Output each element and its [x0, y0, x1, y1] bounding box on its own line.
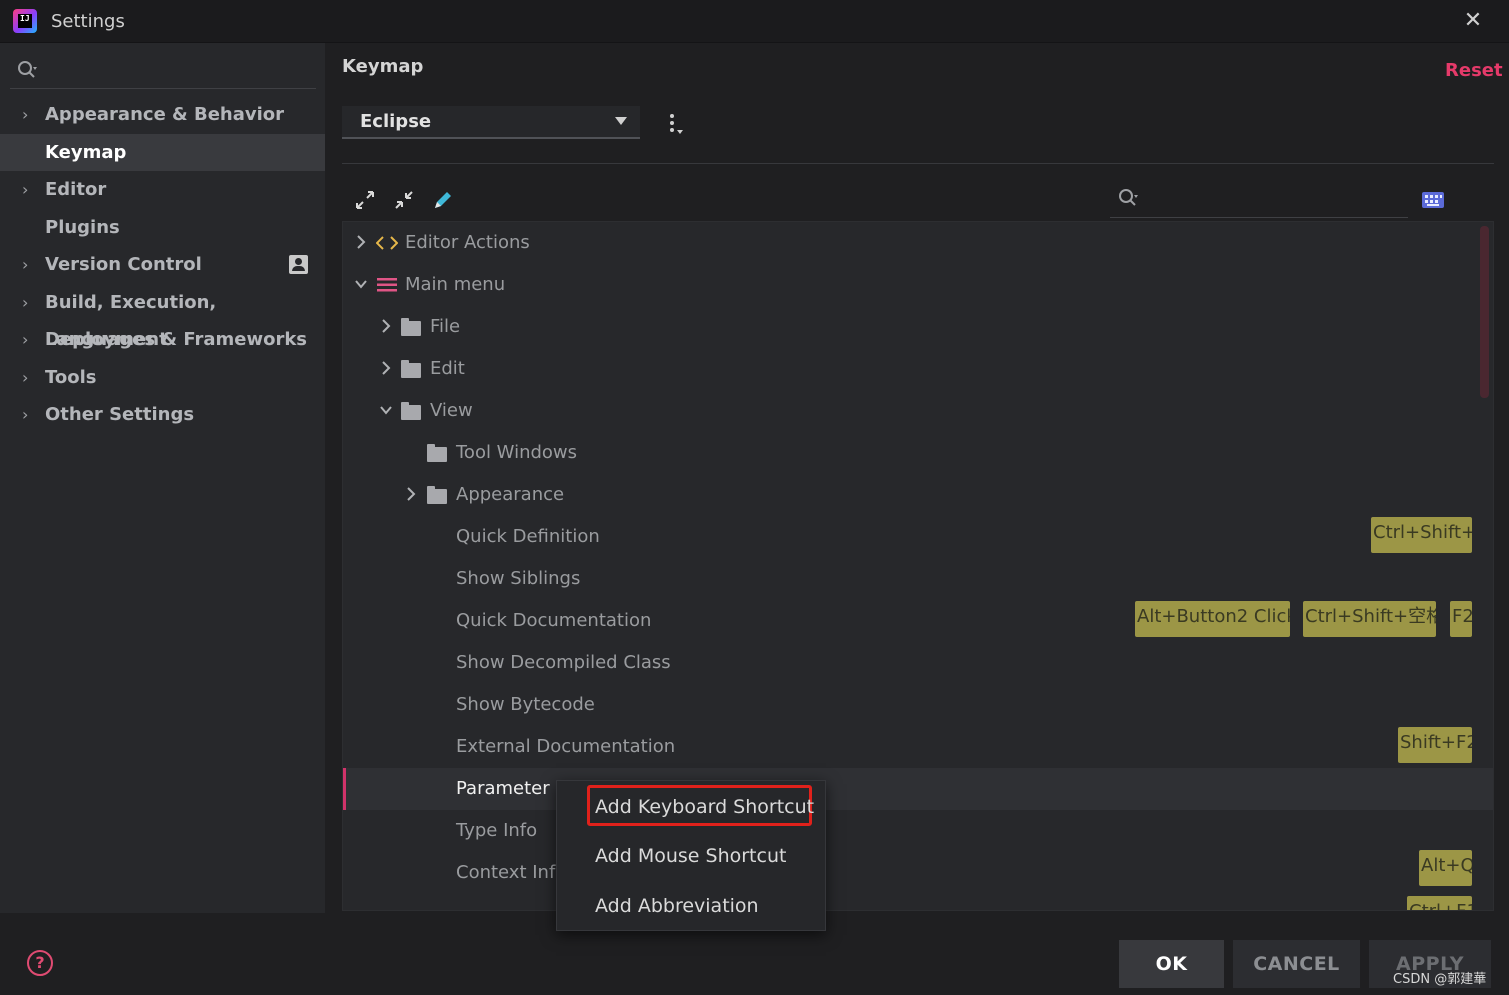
sidebar-item-appearance-behavior[interactable]: › Appearance & Behavior [0, 96, 325, 134]
sidebar-item-languages-frameworks[interactable]: › Languages & Frameworks [0, 321, 325, 359]
folder-icon [401, 402, 421, 420]
menu-icon [377, 278, 397, 292]
tree-row-show-decompiled-class[interactable]: Show Decompiled Class [343, 642, 1493, 684]
tree-row-view[interactable]: View [343, 390, 1493, 432]
collapse-all-icon[interactable] [392, 188, 416, 212]
shortcut-badge[interactable]: Ctrl+F1 [1407, 896, 1472, 910]
chevron-right-icon[interactable] [403, 484, 419, 504]
tree-row-show-bytecode[interactable]: Show Bytecode [343, 684, 1493, 726]
help-icon[interactable]: ? [27, 950, 53, 976]
search-icon [1119, 189, 1138, 206]
intellij-logo-icon: IJ [13, 9, 37, 33]
chevron-down-icon[interactable] [353, 274, 369, 294]
cancel-button[interactable]: CANCEL [1233, 940, 1360, 988]
sidebar-item-keymap[interactable]: Keymap [0, 133, 325, 171]
chevron-right-icon[interactable] [378, 358, 394, 378]
page-title: Keymap [342, 56, 424, 77]
tree-row-external-documentation[interactable]: External Documentation Shift+F2 [343, 726, 1493, 768]
shortcut-badge[interactable]: F2 [1450, 601, 1472, 637]
close-icon[interactable]: ✕ [1460, 8, 1486, 34]
edit-pencil-icon[interactable] [431, 188, 455, 212]
tree-row-show-siblings[interactable]: Show Siblings [343, 558, 1493, 600]
tree-row-editor-actions[interactable]: Editor Actions [343, 222, 1493, 264]
dropdown-caret-icon [615, 117, 627, 125]
chevron-right-icon: › [22, 367, 29, 387]
title-bar: IJ Settings ✕ [0, 0, 1509, 43]
sidebar-item-other-settings[interactable]: › Other Settings [0, 396, 325, 434]
tree-row-parameter-info[interactable]: Parameter I [343, 768, 1493, 810]
menu-item-add-mouse-shortcut[interactable]: Add Mouse Shortcut [595, 845, 786, 867]
folder-icon [401, 360, 421, 378]
more-options-icon[interactable] [665, 112, 687, 138]
tree-row-quick-documentation[interactable]: Quick Documentation Alt+Button2 Click Ct… [343, 600, 1493, 642]
reset-link[interactable]: Reset [1445, 60, 1503, 81]
sidebar-item-tools[interactable]: › Tools [0, 359, 325, 397]
shortcut-badge[interactable]: Alt+Q [1419, 850, 1472, 886]
tree-scrollbar[interactable] [1480, 226, 1489, 398]
shortcut-badge[interactable]: Alt+Button2 Click [1135, 601, 1290, 637]
tree-row-quick-definition[interactable]: Quick Definition Ctrl+Shift+I [343, 516, 1493, 558]
sidebar-item-plugins[interactable]: Plugins [0, 209, 325, 247]
tree-row-appearance[interactable]: Appearance [343, 474, 1493, 516]
editor-actions-icon [376, 236, 398, 250]
sidebar-item-build-execution-deployment[interactable]: › Build, Execution, Deployment [0, 284, 325, 350]
sidebar-nav: › Appearance & Behavior Keymap › Editor Pl… [0, 96, 325, 434]
tree-row-type-info[interactable]: Type Info [343, 810, 1493, 852]
tree-row-tool-windows[interactable]: Tool Windows [343, 432, 1493, 474]
keymap-selected-value: Eclipse [360, 111, 432, 132]
header-divider [342, 163, 1494, 164]
menu-item-add-keyboard-shortcut[interactable]: Add Keyboard Shortcut [595, 796, 814, 818]
folder-icon [427, 444, 447, 462]
keymap-tree[interactable]: Editor Actions Main menu File Edit View … [342, 221, 1494, 911]
chevron-right-icon[interactable] [378, 316, 394, 336]
menu-item-add-abbreviation[interactable]: Add Abbreviation [595, 895, 759, 917]
ok-button[interactable]: OK [1119, 940, 1224, 988]
folder-icon [427, 486, 447, 504]
chevron-right-icon: › [22, 292, 29, 312]
window-title: Settings [51, 11, 125, 32]
shortcut-badge[interactable]: Ctrl+Shift+I [1371, 517, 1472, 553]
chevron-right-icon: › [22, 255, 29, 274]
expand-all-icon[interactable] [353, 188, 377, 212]
settings-sidebar: › Appearance & Behavior Keymap › Editor Pl… [0, 43, 325, 913]
tree-row-main-menu[interactable]: Main menu [343, 264, 1493, 306]
chevron-right-icon: › [22, 405, 29, 424]
chevron-right-icon: › [22, 180, 29, 199]
search-icon [18, 61, 37, 78]
shortcut-badge[interactable]: Shift+F2 [1398, 727, 1472, 763]
tree-row-partial[interactable]: Ctrl+F1 [343, 894, 1493, 910]
shortcut-search-input[interactable] [1110, 182, 1408, 218]
tree-row-context-info[interactable]: Context Info Alt+Q [343, 850, 1493, 894]
keymap-dropdown[interactable]: Eclipse [342, 106, 640, 139]
sidebar-item-editor[interactable]: › Editor [0, 171, 325, 209]
folder-icon [401, 318, 421, 336]
sidebar-search-input[interactable] [10, 53, 316, 89]
shortcut-badge[interactable]: Ctrl+Shift+空格 [1303, 601, 1436, 637]
chevron-down-icon[interactable] [378, 400, 394, 420]
chevron-right-icon: › [22, 330, 29, 349]
chevron-right-icon: › [22, 105, 29, 124]
shortcut-context-menu: Add Keyboard Shortcut Add Mouse Shortcut… [556, 780, 826, 931]
watermark: CSDN @郭建華 [1393, 972, 1487, 987]
tree-row-edit[interactable]: Edit [343, 348, 1493, 390]
project-settings-icon [289, 255, 308, 274]
find-by-shortcut-keyboard-icon[interactable] [1422, 192, 1444, 208]
tree-row-file[interactable]: File [343, 306, 1493, 348]
sidebar-item-version-control[interactable]: › Version Control [0, 246, 325, 284]
chevron-right-icon[interactable] [353, 232, 369, 252]
